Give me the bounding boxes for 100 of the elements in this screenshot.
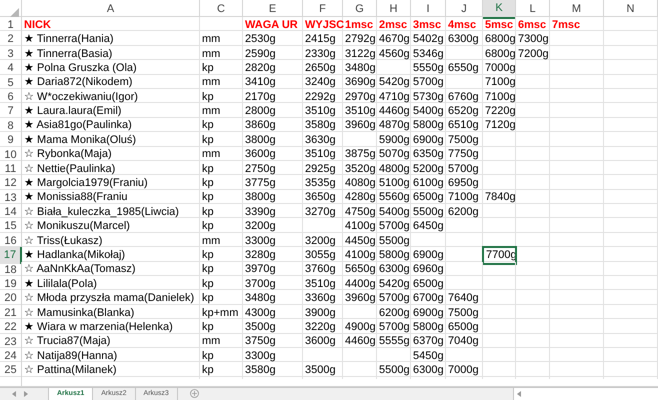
row-header[interactable]: 7 (0, 103, 22, 120)
column-title: NICK (23, 20, 51, 31)
row-header[interactable]: 13 (0, 190, 22, 206)
table-cell-text: ☆ Rybonka(Maja) (23, 149, 112, 160)
table-cell-text: 7640g (447, 293, 479, 304)
table-cell-text: ☆ Nettie(Paulinka) (23, 164, 116, 175)
table-cell-text: 3500g (244, 322, 276, 333)
table-cell-text: 6510g (447, 120, 479, 132)
table-cell-text: 7100g (484, 77, 516, 88)
select-all-corner-icon[interactable] (10, 8, 19, 16)
table-cell-text: 3220g (304, 322, 336, 333)
table-cell-text: 2590g (244, 48, 276, 60)
table-cell-text: 3860g (244, 120, 276, 132)
table-cell-text: 5100g (378, 178, 410, 190)
table-cell-text: 3300g (244, 350, 276, 362)
row-header[interactable]: 8 (0, 118, 22, 134)
table-cell-text: 3240g (304, 77, 336, 88)
table-cell-text: mm (201, 336, 220, 348)
row-header[interactable]: 11 (0, 160, 22, 178)
table-cell-text: kp (201, 62, 214, 74)
table-cell-text: 6200g (447, 206, 479, 218)
table-cell-text: 3270g (304, 206, 336, 218)
column-header[interactable]: A (22, 0, 200, 18)
table-cell-text: 3600g (304, 336, 336, 348)
table-cell-text: 7000g (447, 365, 479, 376)
table-cell-text: 3300g (244, 236, 276, 247)
column-header[interactable]: H (377, 0, 411, 18)
table-cell-text: 4800g (378, 164, 410, 175)
column-header[interactable]: G (343, 0, 377, 18)
table-cell-text: 6500g (412, 278, 444, 290)
table-cell-text: 3520g (344, 164, 376, 175)
table-cell-text: kp (201, 192, 214, 204)
table-cell-text: kp (201, 293, 214, 304)
scroll-left-icon[interactable] (12, 390, 16, 397)
table-cell-text: 4460g (378, 106, 410, 118)
row-header[interactable]: 22 (0, 319, 22, 336)
table-cell-text: 4400g (344, 278, 376, 290)
row-header[interactable]: 12 (0, 175, 22, 192)
column-header[interactable]: L (516, 0, 550, 18)
row-header[interactable]: 21 (0, 304, 22, 322)
table-cell-text: ☆ Trucia87(Maja) (23, 336, 110, 348)
column-header[interactable]: C (200, 0, 243, 18)
row-header[interactable]: 20 (0, 290, 22, 307)
scroll-right-icon[interactable] (24, 390, 28, 397)
table-cell-text: ★ Lililala(Pola) (23, 278, 97, 290)
table-cell-text: 6960g (412, 264, 444, 276)
row-header[interactable]: 15 (0, 218, 22, 235)
table-cell-text: ★ Wiara w marzenia(Helenka) (23, 322, 173, 333)
row-header[interactable]: 24 (0, 348, 22, 364)
table-cell-text: 3650g (304, 192, 336, 204)
table-cell-text: 3480g (244, 293, 276, 304)
column-header[interactable]: I (411, 0, 446, 18)
column-header[interactable]: E (243, 0, 303, 18)
table-cell-text: 5450g (412, 350, 444, 362)
horizontal-scrollbar[interactable] (513, 388, 658, 400)
row-header[interactable]: 1 (0, 17, 22, 34)
table-cell-text: ☆ Pattina(Milanek) (23, 365, 117, 376)
row-header[interactable]: 2 (0, 31, 22, 48)
row-header[interactable]: 9 (0, 132, 22, 149)
table-cell-text: 2792g (344, 34, 376, 46)
row-header[interactable]: 6 (0, 88, 22, 106)
table-cell-text: ☆ Natija89(Hanna) (23, 350, 118, 362)
table-cell-text: kp+mm (201, 308, 238, 319)
table-cell-text: 7000g (484, 62, 516, 74)
column-header[interactable]: N (604, 0, 658, 18)
table-cell-text: 7500g (447, 308, 479, 319)
table-cell-text: 4100g (344, 250, 376, 261)
row-header[interactable]: 5 (0, 74, 22, 92)
row-header[interactable]: 3 (0, 46, 22, 62)
table-cell-text: 5200g (412, 164, 444, 175)
column-header[interactable]: F (303, 0, 343, 18)
row-header[interactable]: 23 (0, 334, 22, 350)
table-cell-text: ☆ Młoda przyszła mama(Danielek) (23, 293, 194, 304)
column-header[interactable]: K (483, 0, 516, 18)
table-cell-text: ☆ W*oczekiwaniu(Igor) (23, 92, 138, 103)
table-cell-text: ★ Polna Gruszka (Ola) (23, 62, 137, 74)
row-header[interactable]: 19 (0, 276, 22, 293)
column-title: WAGA UR (244, 20, 298, 31)
table-cell-text: 6450g (412, 221, 444, 232)
row-header[interactable]: 4 (0, 60, 22, 77)
table-cell-text: kp (201, 221, 214, 232)
table-cell-text: ★ Asia81go(Paulinka) (23, 120, 132, 132)
table-cell-text: mm (201, 106, 220, 118)
scroll-left-icon[interactable] (517, 390, 521, 397)
row-header[interactable]: 25 (0, 362, 22, 379)
table-cell-text: 5400g (412, 106, 444, 118)
row-header[interactable]: 17 (0, 247, 22, 264)
column-header[interactable]: M (550, 0, 604, 18)
table-cell-text: 4300g (244, 308, 276, 319)
table-cell-text: 3510g (304, 149, 336, 160)
table-cell-text: 3480g (344, 62, 376, 74)
table-cell-text: 7100g (447, 192, 479, 204)
add-sheet-icon[interactable] (190, 389, 199, 398)
table-cell-text: 4750g (344, 206, 376, 218)
table-cell-text: 3630g (304, 134, 336, 146)
table-cell-text: kp (201, 120, 214, 132)
row-header[interactable]: 14 (0, 204, 22, 221)
row-header[interactable]: 18 (0, 262, 22, 278)
row-header[interactable]: 10 (0, 146, 22, 164)
table-cell-text: 6760g (447, 92, 479, 103)
